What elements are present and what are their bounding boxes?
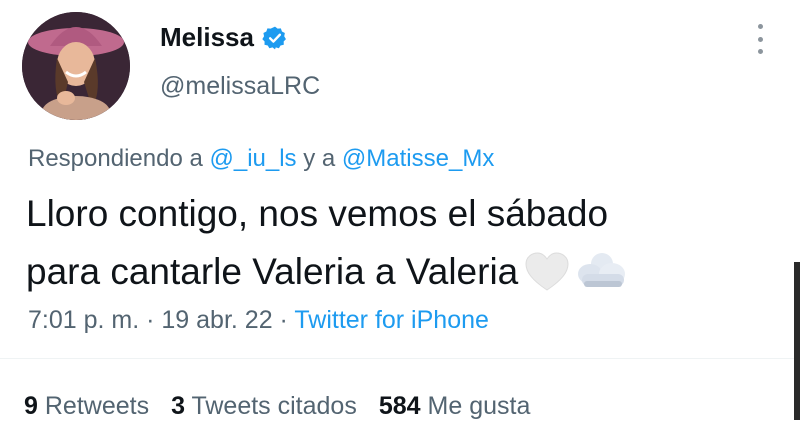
reply-context: Respondiendo a @_iu_ls y a @Matisse_Mx [28, 145, 494, 173]
tweet-date[interactable]: 19 abr. 22 [161, 306, 272, 334]
author-name[interactable]: Melissa [160, 22, 254, 53]
tweet-time[interactable]: 7:01 p. m. [28, 306, 139, 334]
divider [0, 358, 800, 359]
tweet-text: Lloro contigo, nos vemos el sábado para … [26, 185, 628, 309]
screen-edge [794, 262, 800, 420]
mention-link-matisse[interactable]: @Matisse_Mx [342, 145, 494, 172]
retweets-stat[interactable]: 9 Retweets [24, 392, 149, 420]
avatar-image [22, 12, 130, 120]
meta-separator-2: · [272, 306, 295, 334]
quotes-stat[interactable]: 3 Tweets citados [171, 392, 357, 420]
quotes-count: 3 [171, 392, 185, 420]
retweets-count: 9 [24, 392, 38, 420]
engagement-stats: 9 Retweets 3 Tweets citados 584 Me gusta [24, 392, 530, 421]
reply-prefix: Respondiendo a [28, 145, 210, 172]
meta-separator: · [139, 306, 162, 334]
author-handle[interactable]: @melissaLRC [160, 72, 320, 101]
retweets-label: Retweets [44, 392, 150, 420]
quotes-label: Tweets citados [191, 392, 357, 420]
white-heart-icon [524, 251, 570, 309]
likes-count: 584 [378, 392, 421, 420]
mention-link-iu-ls[interactable]: @_iu_ls [209, 145, 296, 172]
tweet-meta: 7:01 p. m. · 19 abr. 22 · Twitter for iP… [28, 306, 489, 335]
cloud-icon [576, 248, 628, 309]
tweet-source-link[interactable]: Twitter for iPhone [294, 306, 489, 334]
verified-badge-icon [262, 25, 288, 51]
likes-label: Me gusta [427, 392, 531, 420]
likes-stat[interactable]: 584 Me gusta [379, 392, 531, 420]
author-name-row[interactable]: Melissa [160, 22, 288, 53]
tweet-line-2: para cantarle Valeria a Valeria [26, 251, 519, 292]
more-options-icon[interactable] [750, 24, 770, 54]
reply-connector: y a [296, 145, 342, 172]
avatar[interactable] [22, 12, 130, 120]
tweet-line-1: Lloro contigo, nos vemos el sábado [26, 193, 609, 234]
